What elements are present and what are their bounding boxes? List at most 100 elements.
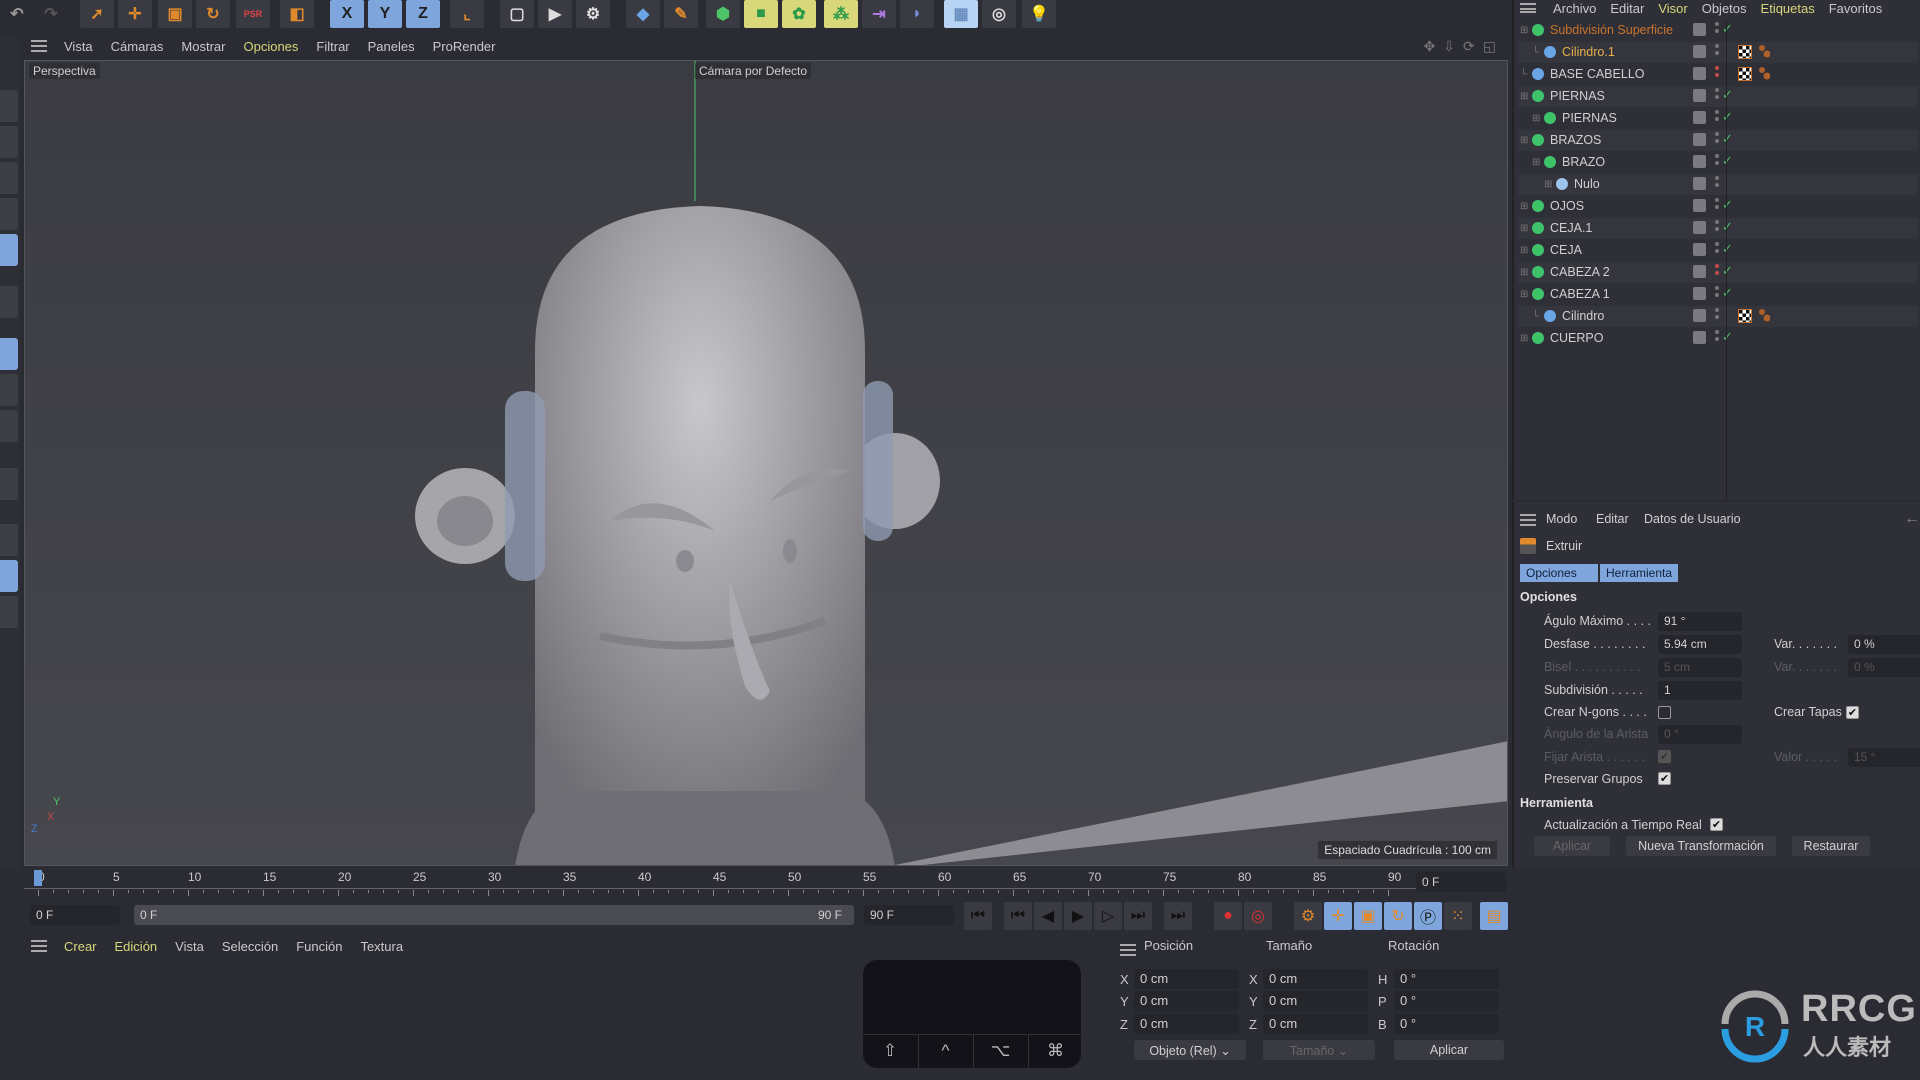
polygons-mode-icon[interactable] [0,162,18,194]
desfase-field[interactable]: 5.94 cm [1658,635,1742,654]
psr-icon[interactable]: PSR [236,0,270,28]
object-row[interactable]: ⊞ CUERPO ✓ [1518,328,1918,349]
layer-toggle-icon[interactable] [1693,243,1706,256]
enabled-check-icon[interactable]: ✓ [1722,329,1733,345]
key-position-icon[interactable]: ✛ [1324,902,1352,930]
menu-editar[interactable]: Editar [1603,1,1651,16]
object-row[interactable]: ⊞ CEJA ✓ [1518,240,1918,261]
layer-toggle-icon[interactable] [1693,155,1706,168]
coord-apply-button[interactable]: Aplicar [1394,1040,1504,1060]
menu-editar-attr[interactable]: Editar [1596,512,1629,526]
menu-crear[interactable]: Crear [55,939,106,954]
visibility-dots-icon[interactable] [1715,176,1719,192]
layer-toggle-icon[interactable] [1693,331,1706,344]
menu-filtrar[interactable]: Filtrar [307,39,358,54]
layer-toggle-icon[interactable] [1693,111,1706,124]
object-row[interactable]: ⊞ PIERNAS ✓ [1518,86,1918,107]
visibility-dots-icon[interactable] [1715,88,1719,104]
menu-archivo[interactable]: Archivo [1546,1,1603,16]
axis-mode-icon[interactable] [0,286,18,318]
menu-datos-usuario[interactable]: Datos de Usuario [1644,512,1741,526]
live-selection-icon[interactable]: ➚ [80,0,114,28]
scale-icon[interactable]: ▣ [158,0,192,28]
menu-modo[interactable]: Modo [1546,512,1577,526]
render-picture-icon[interactable]: ▶ [538,0,572,28]
visibility-dots-icon[interactable] [1715,308,1719,324]
layer-toggle-icon[interactable] [1693,45,1706,58]
rot-p-field[interactable]: 0 ° [1394,991,1499,1011]
visibility-dots-icon[interactable] [1715,132,1719,148]
menu-paneles[interactable]: Paneles [359,39,424,54]
layer-toggle-icon[interactable] [1693,265,1706,278]
object-row[interactable]: └ Cilindro.1 [1518,42,1918,63]
playhead[interactable] [34,870,42,886]
snap-3d-icon[interactable] [0,410,18,442]
timeline-window-icon[interactable]: ▤ [1480,902,1508,930]
enabled-check-icon[interactable]: ✓ [1722,197,1733,213]
material-menu-icon[interactable] [31,940,47,952]
3d-viewport[interactable]: Perspectiva Cámara por Defecto Espaciado… [24,60,1508,866]
current-frame-field[interactable]: 0 F [1416,872,1506,892]
expand-toggle-icon[interactable]: ⊞ [1532,113,1540,124]
object-row[interactable]: ⊞ CEJA.1 ✓ [1518,218,1918,239]
expand-toggle-icon[interactable]: └ [1532,47,1539,58]
expand-toggle-icon[interactable]: └ [1532,311,1539,322]
expand-toggle-icon[interactable]: ⊞ [1520,267,1528,278]
object-row[interactable]: ⊞ BRAZO ✓ [1518,152,1918,173]
locked-workplane-icon[interactable] [0,560,18,592]
visibility-dots-icon[interactable] [1715,44,1719,60]
coord-mode-select[interactable]: Objeto (Rel) ⌄ [1134,1040,1246,1060]
go-to-end-icon[interactable]: ⏭ [1164,902,1192,930]
enabled-check-icon[interactable]: ✓ [1722,263,1733,279]
bisel-field[interactable]: 5 cm [1658,658,1742,677]
subdivision-field[interactable]: 1 [1658,681,1742,700]
layer-toggle-icon[interactable] [1693,23,1706,36]
object-mode-icon[interactable]: ◧ [280,0,314,28]
next-frame-icon[interactable]: ▷ [1094,902,1122,930]
texture-tag-icon[interactable] [1738,67,1752,81]
menu-icon[interactable] [31,40,47,52]
coords-menu-icon[interactable] [1120,944,1136,956]
workplane-icon[interactable] [0,468,18,500]
extrude-generator-icon[interactable]: ■ [744,0,778,28]
visibility-dots-icon[interactable] [1715,22,1719,38]
phong-tag-icon[interactable] [1758,44,1770,58]
menu-funcion[interactable]: Función [287,939,351,954]
apply-button[interactable]: Aplicar [1534,836,1610,856]
angulo-arista-field[interactable]: 0 ° [1658,725,1742,744]
uv-mode-icon[interactable] [0,198,18,230]
pos-y-field[interactable]: 0 cm [1134,991,1239,1011]
expand-toggle-icon[interactable]: ⊞ [1520,135,1528,146]
object-row[interactable]: └ Cilindro [1518,306,1918,327]
menu-objetos[interactable]: Objetos [1695,1,1754,16]
z-axis-lock-icon[interactable]: Z [406,0,440,28]
menu-edicion[interactable]: Edición [106,939,167,954]
visibility-dots-icon[interactable] [1715,110,1719,126]
cloner-icon[interactable]: ✿ [782,0,816,28]
edges-mode-icon[interactable] [0,126,18,158]
points-mode-icon[interactable] [0,90,18,122]
prev-key-icon[interactable]: ⏮ [1004,902,1032,930]
visibility-dots-icon[interactable] [1715,66,1719,82]
enabled-check-icon[interactable]: ✓ [1722,131,1733,147]
object-row[interactable]: ⊞ CABEZA 1 ✓ [1518,284,1918,305]
expand-toggle-icon[interactable]: ⊞ [1520,289,1528,300]
coord-size-select[interactable]: Tamaño ⌄ [1263,1040,1375,1060]
angulo-maximo-field[interactable]: 91 ° [1658,612,1742,631]
bisel-var-field[interactable]: 0 % [1848,658,1920,677]
texture-tag-icon[interactable] [1738,45,1752,59]
render-settings-icon[interactable]: ⚙ [576,0,610,28]
visibility-dots-icon[interactable] [1715,242,1719,258]
enabled-check-icon[interactable]: ✓ [1722,109,1733,125]
menu-vista[interactable]: Vista [55,39,102,54]
deformer-icon[interactable]: ⇥ [862,0,896,28]
x-axis-lock-icon[interactable]: X [330,0,364,28]
layer-toggle-icon[interactable] [1693,199,1706,212]
preservar-grupos-checkbox[interactable]: ✔ [1658,772,1671,785]
rot-h-field[interactable]: 0 ° [1394,969,1499,989]
visibility-dots-icon[interactable] [1715,330,1719,346]
expand-toggle-icon[interactable]: ⊞ [1532,157,1540,168]
crear-ngons-checkbox[interactable] [1658,706,1671,719]
visibility-dots-icon[interactable] [1715,220,1719,236]
menu-seleccion[interactable]: Selección [213,939,287,954]
